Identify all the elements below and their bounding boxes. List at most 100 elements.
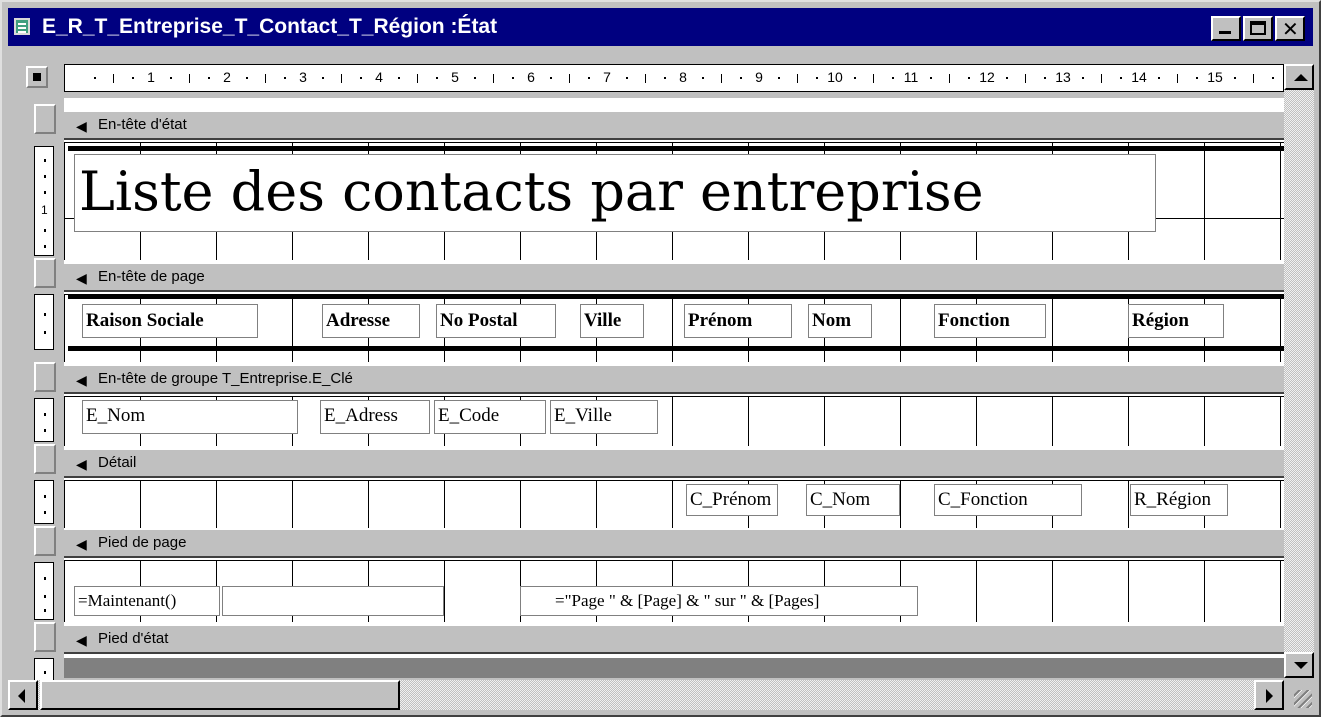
section-bar-report-footer[interactable]: ◀ Pied d'état — [64, 624, 1284, 654]
ruler-number: 1 — [41, 203, 48, 217]
section-label: En-tête de groupe T_Entreprise.E_Clé — [98, 370, 353, 387]
field-date-now[interactable]: =Maintenant() — [74, 586, 220, 616]
field-page-number[interactable]: ="Page " & [Page] & " sur " & [Pages] — [520, 586, 918, 616]
ruler-segment — [34, 398, 54, 442]
close-icon: ✕ — [1282, 17, 1299, 41]
page-header-band[interactable]: Raison Sociale Adresse No Postal Ville P… — [64, 294, 1284, 362]
ruler-tick — [170, 77, 172, 79]
close-button[interactable]: ✕ — [1275, 16, 1305, 41]
ruler-tick — [1044, 77, 1046, 79]
ruler-number: 4 — [375, 69, 383, 85]
section-label: Détail — [98, 454, 137, 471]
ruler-tick — [854, 77, 856, 79]
column-label-prenom[interactable]: Prénom — [684, 304, 792, 338]
column-label-region[interactable]: Région — [1128, 304, 1224, 338]
section-icon: ◀ — [76, 373, 87, 389]
field-c-fonction[interactable]: C_Fonction — [934, 484, 1082, 516]
ruler-number: 1 — [147, 69, 155, 85]
maximize-button[interactable] — [1243, 16, 1273, 41]
ruler-tick — [474, 77, 476, 79]
ruler-tick-half — [645, 74, 646, 83]
field-e-code[interactable]: E_Code — [434, 400, 546, 434]
field-c-prenom[interactable]: C_Prénom — [686, 484, 778, 516]
ruler-number: 6 — [527, 69, 535, 85]
resize-grip-icon[interactable] — [1284, 680, 1314, 710]
section-bar-detail[interactable]: ◀ Détail — [64, 448, 1284, 478]
select-report-button[interactable] — [26, 66, 48, 88]
title-bar[interactable]: E_R_T_Entreprise_T_Contact_T_Région :Éta… — [8, 8, 1313, 46]
ruler-number: 7 — [603, 69, 611, 85]
page-footer-band[interactable]: =Maintenant() ="Page " & [Page] & " sur … — [64, 560, 1284, 622]
divider-line — [68, 146, 1284, 151]
ruler-tick-half — [569, 74, 570, 83]
report-header-band[interactable]: Liste des contacts par entreprise — [64, 142, 1284, 260]
section-bar-page-header[interactable]: ◀ En-tête de page — [64, 262, 1284, 292]
section-selector-detail[interactable] — [34, 444, 56, 474]
ruler-tick-half — [1253, 74, 1254, 83]
scroll-left-button[interactable] — [8, 680, 38, 710]
ruler-tick — [132, 77, 134, 79]
column-label-no-postal[interactable]: No Postal — [436, 304, 556, 338]
column-label-raison-sociale[interactable]: Raison Sociale — [82, 304, 258, 338]
ruler-tick-half — [1025, 74, 1026, 83]
report-design-window: E_R_T_Entreprise_T_Contact_T_Région :Éta… — [0, 0, 1321, 717]
ruler-tick — [322, 77, 324, 79]
detail-band[interactable]: C_Prénom C_Nom C_Fonction R_Région — [64, 480, 1284, 528]
minimize-button[interactable] — [1211, 16, 1241, 41]
scroll-up-button[interactable] — [1284, 64, 1314, 90]
ruler-tick-half — [797, 74, 798, 83]
vertical-scrollbar[interactable] — [1284, 64, 1314, 678]
field-e-nom[interactable]: E_Nom — [82, 400, 298, 434]
ruler-tick-half — [1177, 74, 1178, 83]
scroll-right-button[interactable] — [1254, 680, 1284, 710]
empty-control[interactable] — [222, 586, 444, 616]
divider-line — [68, 294, 1284, 299]
field-c-nom[interactable]: C_Nom — [806, 484, 900, 516]
ruler-tick-half — [721, 74, 722, 83]
ruler-tick — [398, 77, 400, 79]
ruler-number: 12 — [979, 69, 995, 85]
section-selector-page-footer[interactable] — [34, 526, 56, 556]
horizontal-scrollbar[interactable] — [8, 680, 1284, 710]
column-label-fonction[interactable]: Fonction — [934, 304, 1046, 338]
column-label-nom[interactable]: Nom — [808, 304, 872, 338]
ruler-number: 5 — [451, 69, 459, 85]
section-icon: ◀ — [76, 119, 87, 135]
column-label-adresse[interactable]: Adresse — [322, 304, 420, 338]
ruler-tick — [1120, 77, 1122, 79]
scroll-down-button[interactable] — [1284, 652, 1314, 678]
ruler-tick — [740, 77, 742, 79]
section-selector-report-header[interactable] — [34, 104, 56, 134]
field-e-ville[interactable]: E_Ville — [550, 400, 658, 434]
ruler-tick — [1272, 77, 1274, 79]
field-e-adresse[interactable]: E_Adress — [320, 400, 430, 434]
section-bar-page-footer[interactable]: ◀ Pied de page — [64, 528, 1284, 558]
ruler-tick — [284, 77, 286, 79]
ruler-tick — [778, 77, 780, 79]
ruler-tick — [1234, 77, 1236, 79]
arrow-down-icon — [1294, 662, 1308, 669]
section-bar-report-header[interactable]: ◀ En-tête d'état — [64, 110, 1284, 140]
ruler-tick-half — [189, 74, 190, 83]
group-header-band[interactable]: E_Nom E_Adress E_Code E_Ville — [64, 396, 1284, 446]
ruler-tick — [512, 77, 514, 79]
section-selector-group-header[interactable] — [34, 362, 56, 392]
ruler-segment — [34, 294, 54, 350]
ruler-tick-half — [417, 74, 418, 83]
report-title-label[interactable]: Liste des contacts par entreprise — [74, 154, 1156, 232]
ruler-tick — [1196, 77, 1198, 79]
horizontal-ruler[interactable]: 12345678910111213141516 — [64, 64, 1284, 92]
report-icon[interactable] — [14, 18, 30, 35]
field-r-region[interactable]: R_Région — [1130, 484, 1228, 516]
ruler-tick — [588, 77, 590, 79]
arrow-up-icon — [1294, 74, 1308, 81]
section-selector-report-footer[interactable] — [34, 622, 56, 652]
ruler-tick — [892, 77, 894, 79]
section-bar-group-header[interactable]: ◀ En-tête de groupe T_Entreprise.E_Clé — [64, 364, 1284, 394]
report-design-surface[interactable]: ◀ En-tête d'état Liste des contacts par … — [64, 98, 1284, 658]
ruler-tick — [1082, 77, 1084, 79]
ruler-tick-half — [1101, 74, 1102, 83]
column-label-ville[interactable]: Ville — [580, 304, 644, 338]
section-selector-page-header[interactable] — [34, 258, 56, 288]
horizontal-scroll-thumb[interactable] — [40, 680, 400, 710]
